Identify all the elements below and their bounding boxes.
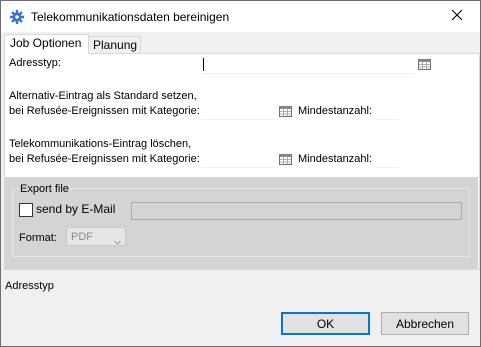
adresstyp-field[interactable] — [203, 56, 415, 74]
alternativ-label-line2: bei Refusée-Ereignissen mit Kategorie: — [9, 105, 200, 117]
send-email-checkbox[interactable] — [19, 203, 33, 217]
format-label: Format: — [19, 232, 57, 244]
email-field[interactable] — [131, 202, 462, 220]
loeschen-kategorie-field[interactable] — [201, 150, 275, 168]
dialog-window: Telekommunikationsdaten bereinigen Job O… — [0, 0, 481, 347]
cancel-button[interactable]: Abbrechen — [381, 312, 469, 335]
table-icon[interactable] — [418, 59, 431, 70]
status-text: Adresstyp — [5, 280, 54, 292]
table-icon[interactable] — [279, 106, 292, 117]
export-file-group: Export file send by E-Mail Format: PDF — [12, 183, 470, 257]
chevron-down-icon — [114, 234, 121, 245]
table-icon[interactable] — [279, 154, 292, 165]
window-title: Telekommunikationsdaten bereinigen — [31, 10, 230, 24]
format-select[interactable]: PDF — [66, 227, 126, 246]
gear-icon — [9, 9, 25, 25]
tab-planung[interactable]: Planung — [87, 36, 141, 54]
loeschen-mindestanzahl-field[interactable] — [376, 150, 399, 168]
alternativ-mindestanzahl-label: Mindestanzahl: — [298, 105, 372, 117]
title-bar: Telekommunikationsdaten bereinigen — [1, 1, 480, 32]
export-section: Export file send by E-Mail Format: PDF — [4, 177, 478, 269]
send-email-label[interactable]: send by E-Mail — [36, 202, 115, 216]
adresstyp-label: Adresstyp: — [9, 57, 61, 69]
alternativ-mindestanzahl-field[interactable] — [376, 102, 399, 120]
loeschen-label-line2: bei Refusée-Ereignissen mit Kategorie: — [9, 153, 200, 165]
tab-job-optionen[interactable]: Job Optionen — [4, 34, 89, 54]
text-caret — [203, 58, 204, 71]
loeschen-mindestanzahl-label: Mindestanzahl: — [298, 153, 372, 165]
export-file-label: Export file — [19, 183, 70, 195]
format-selected-value: PDF — [71, 231, 93, 243]
ok-button[interactable]: OK — [281, 312, 370, 335]
alternativ-kategorie-field[interactable] — [201, 102, 275, 120]
loeschen-label-line1: Telekommunikations-Eintrag löschen, — [9, 138, 192, 150]
close-button[interactable] — [434, 1, 480, 32]
close-icon — [451, 9, 463, 24]
alternativ-label-line1: Alternativ-Eintrag als Standard setzen, — [9, 90, 197, 102]
